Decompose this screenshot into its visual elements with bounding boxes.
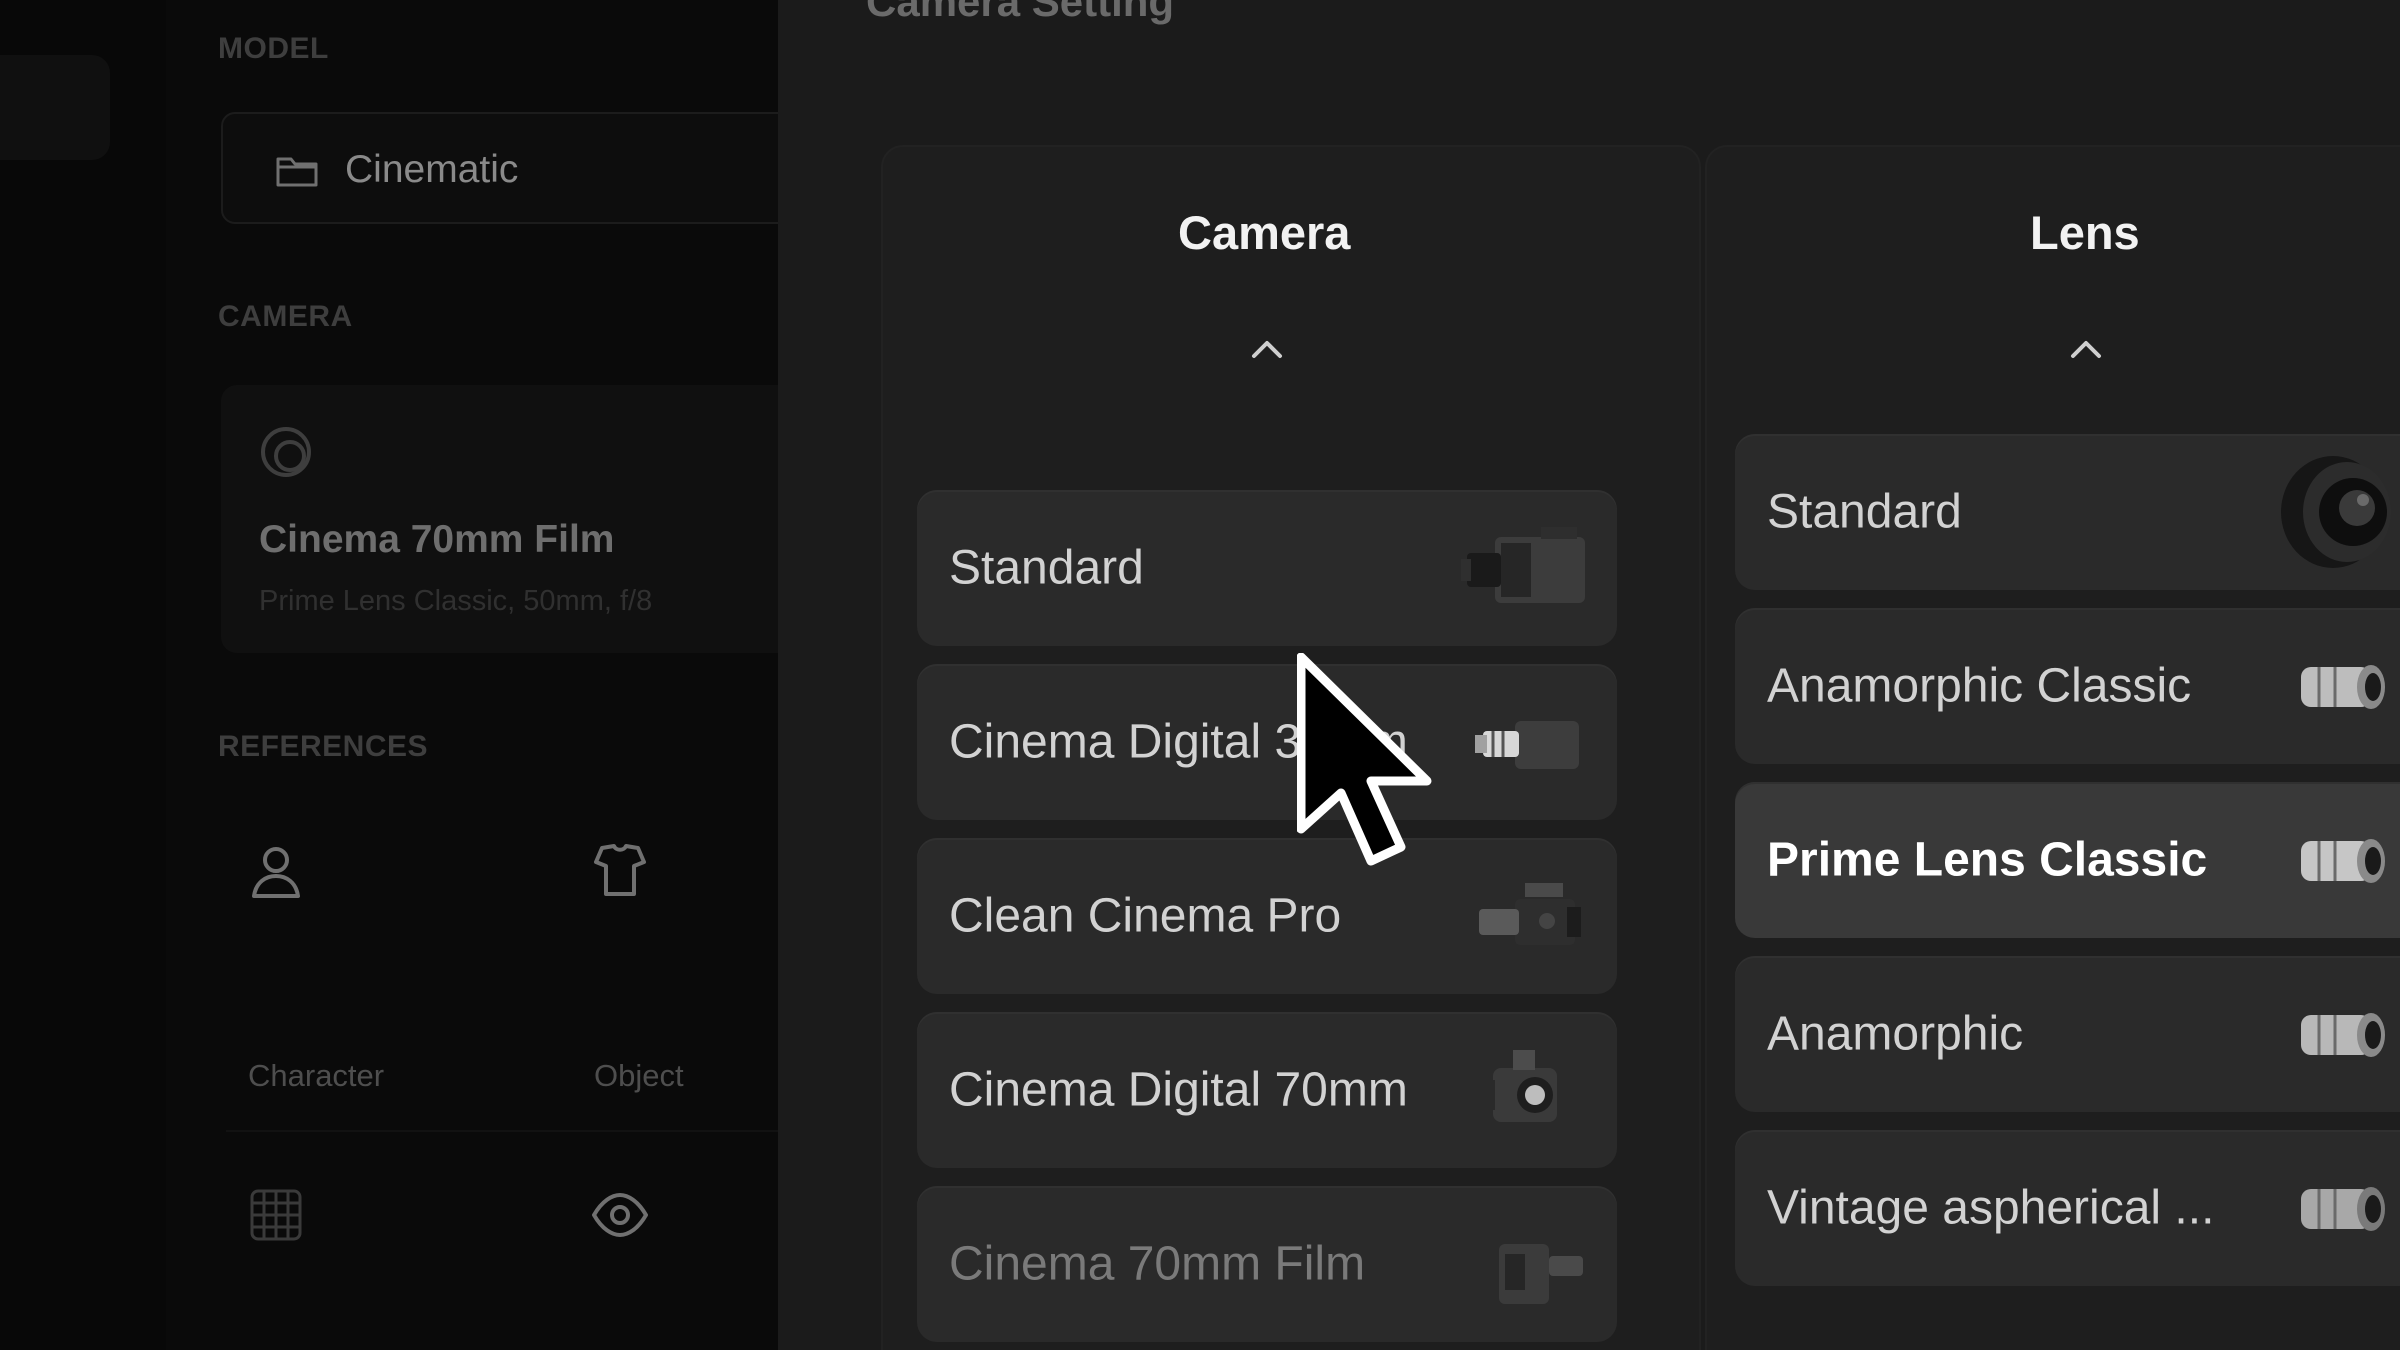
camera-summary-card[interactable]: Cinema 70mm Film Prime Lens Classic, 50m… (221, 385, 821, 653)
lens-option-anamorphic-classic[interactable]: Anamorphic Classic (1735, 608, 2400, 764)
camera-option-clean-cinema-pro[interactable]: Clean Cinema Pro (917, 838, 1617, 994)
lens-option-anamorphic[interactable]: Anamorphic (1735, 956, 2400, 1112)
shirt-icon[interactable] (590, 840, 650, 900)
film-camera-icon (1499, 1222, 1583, 1304)
camera-option-cinema-70mm-film[interactable]: Cinema 70mm Film (917, 1186, 1617, 1342)
lens-option-label: Anamorphic Classic (1767, 659, 2192, 713)
lens-option-vintage-aspherical[interactable]: Vintage aspherical ... (1735, 1130, 2400, 1286)
mouse-cursor-icon (1297, 653, 1432, 866)
app-left-rail (0, 0, 166, 1350)
model-section-label: MODEL (218, 32, 329, 65)
references-divider (226, 1130, 816, 1132)
model-name: Cinematic (345, 148, 519, 191)
lens-icon (2301, 1013, 2385, 1057)
camera-option-label: Cinema 70mm Film (949, 1237, 1366, 1291)
person-icon[interactable] (246, 840, 306, 900)
aperture-icon (261, 427, 311, 477)
reference-label-object: Object (594, 1058, 684, 1093)
camera-scroll-up-chevron-icon[interactable] (1248, 336, 1286, 362)
camera-summary-name: Cinema 70mm Film (259, 518, 615, 561)
panel-title: Camera Setting (866, 0, 1175, 25)
rail-item[interactable] (0, 55, 110, 160)
digital-camera-icon (1481, 1050, 1557, 1122)
lens-option-prime-lens-classic[interactable]: Prime Lens Classic (1735, 782, 2400, 938)
camera-option-label: Standard (949, 541, 1144, 595)
camera-option-label: Clean Cinema Pro (949, 889, 1342, 943)
settings-sidebar: MODEL Cinematic CAMERA Cinema 70mm Film … (166, 0, 821, 1350)
cinema-camera-icon (1461, 527, 1585, 603)
lens-icon (2281, 456, 2391, 568)
camera-option-standard[interactable]: Standard (917, 490, 1617, 646)
lens-option-label: Anamorphic (1767, 1007, 2024, 1061)
camera-section-label: CAMERA (218, 300, 353, 333)
model-selector[interactable]: Cinematic (221, 112, 821, 224)
camera-option-cinema-digital-35mm[interactable]: Cinema Digital 35mm (917, 664, 1617, 820)
references-section-label: REFERENCES (218, 730, 429, 763)
texture-grid-icon[interactable] (246, 1185, 306, 1245)
lens-option-standard[interactable]: Standard (1735, 434, 2400, 590)
lens-option-label: Vintage aspherical ... (1767, 1181, 2215, 1235)
folder-icon (276, 157, 318, 187)
pro-camera-icon (1479, 883, 1581, 945)
lens-icon (2301, 665, 2385, 709)
eye-icon[interactable] (590, 1185, 650, 1245)
lens-option-label: Standard (1767, 485, 1962, 539)
lens-option-label: Prime Lens Classic (1767, 833, 2208, 887)
camera-option-cinema-digital-70mm[interactable]: Cinema Digital 70mm (917, 1012, 1617, 1168)
lens-scroll-up-chevron-icon[interactable] (2067, 336, 2105, 362)
lens-column-title: Lens (2030, 206, 2140, 259)
camera-summary-details: Prime Lens Classic, 50mm, f/8 (259, 585, 653, 617)
camera-column-title: Camera (1178, 206, 1351, 259)
lens-icon (2301, 839, 2385, 883)
reference-label-character: Character (248, 1058, 385, 1093)
lens-icon (2301, 1187, 2385, 1231)
compact-camera-icon (1475, 721, 1579, 769)
camera-option-label: Cinema Digital 70mm (949, 1063, 1408, 1117)
